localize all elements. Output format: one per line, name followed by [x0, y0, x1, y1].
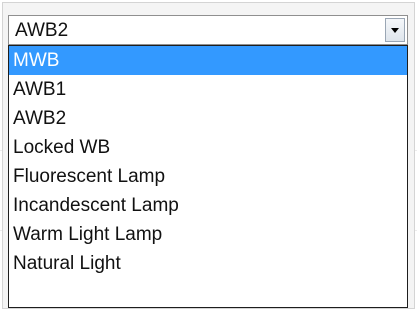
chevron-down-icon: [391, 28, 399, 33]
option-label: MWB: [13, 50, 60, 71]
option-label: Warm Light Lamp: [13, 224, 163, 245]
dropdown-toggle-button[interactable]: [385, 18, 405, 42]
option-mwb[interactable]: MWB: [9, 46, 407, 75]
option-awb1[interactable]: AWB1: [9, 75, 407, 104]
option-label: Incandescent Lamp: [13, 195, 179, 216]
option-fluorescent-lamp[interactable]: Fluorescent Lamp: [9, 162, 407, 191]
stage: AWB2 MWB AWB1 AWB2 Locked WB Fluorescent…: [0, 0, 417, 311]
option-incandescent-lamp[interactable]: Incandescent Lamp: [9, 191, 407, 220]
option-label: Natural Light: [13, 253, 121, 274]
white-balance-options-list: MWB AWB1 AWB2 Locked WB Fluorescent Lamp…: [8, 45, 408, 308]
option-label: Fluorescent Lamp: [13, 166, 166, 187]
option-natural-light[interactable]: Natural Light: [9, 249, 407, 278]
option-awb2[interactable]: AWB2: [9, 104, 407, 133]
select-current-value: AWB2: [15, 20, 69, 41]
option-label: AWB1: [13, 79, 67, 100]
white-balance-select[interactable]: AWB2: [8, 15, 408, 45]
option-warm-light-lamp[interactable]: Warm Light Lamp: [9, 220, 407, 249]
option-label: Locked WB: [13, 137, 111, 158]
option-locked-wb[interactable]: Locked WB: [9, 133, 407, 162]
option-label: AWB2: [13, 108, 67, 129]
